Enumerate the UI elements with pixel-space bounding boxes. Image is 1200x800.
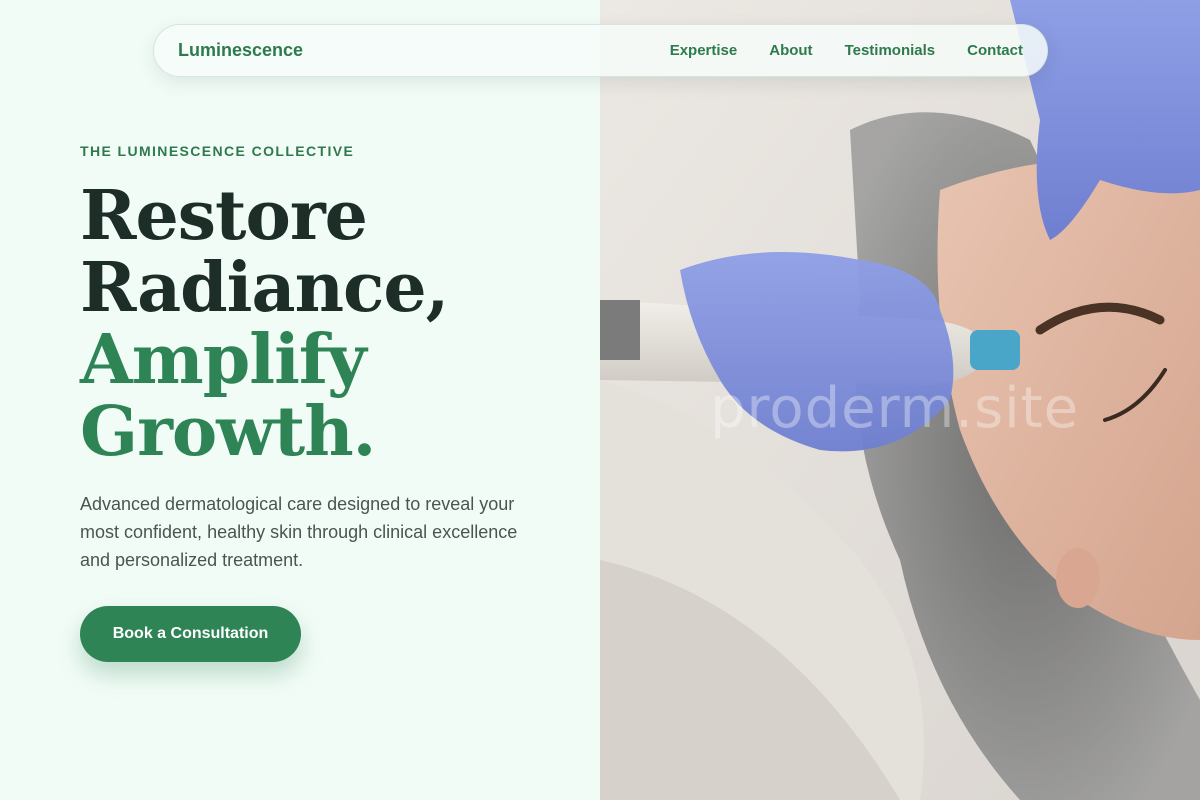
hero-image bbox=[600, 0, 1200, 800]
book-consultation-button[interactable]: Book a Consultation bbox=[80, 606, 301, 662]
brand-logo[interactable]: Luminescence bbox=[178, 40, 303, 61]
hero-description: Advanced dermatological care designed to… bbox=[80, 494, 518, 570]
nav-link-expertise[interactable]: Expertise bbox=[670, 42, 738, 59]
hero-illustration bbox=[600, 0, 1200, 800]
hero-eyebrow: THE LUMINESCENCE COLLECTIVE bbox=[80, 143, 355, 159]
nav-link-testimonials[interactable]: Testimonials bbox=[845, 42, 936, 59]
nav-links: Expertise About Testimonials Contact bbox=[670, 42, 1023, 59]
nav-link-contact[interactable]: Contact bbox=[967, 42, 1023, 59]
hero-headline: Restore Radiance, Amplify Growth. bbox=[80, 180, 580, 468]
headline-line-4: Growth. bbox=[80, 392, 376, 472]
headline-line-1: Restore bbox=[80, 176, 368, 256]
headline-line-3: Amplify bbox=[80, 320, 367, 400]
top-navbar: Luminescence Expertise About Testimonial… bbox=[153, 24, 1048, 77]
nav-link-about[interactable]: About bbox=[769, 42, 812, 59]
headline-line-2: Radiance, bbox=[80, 248, 449, 328]
